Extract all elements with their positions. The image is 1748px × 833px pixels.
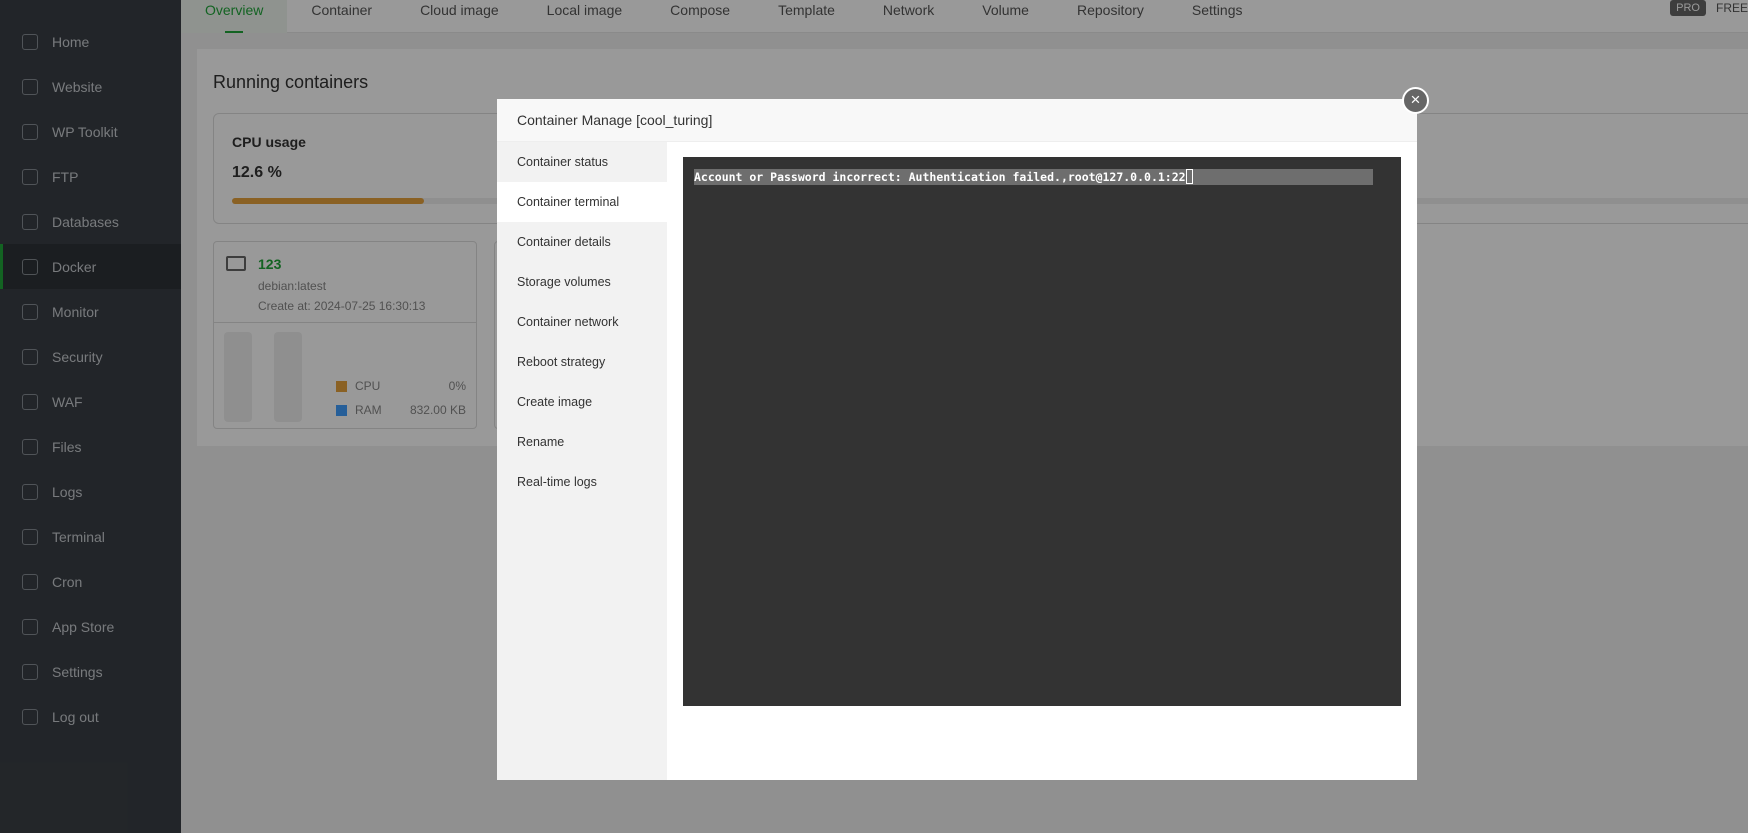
container-manage-dialog: Container Manage [cool_turing] Container… xyxy=(497,99,1417,780)
menu-item-container-status[interactable]: Container status xyxy=(497,142,667,182)
menu-item-real-time-logs[interactable]: Real-time logs xyxy=(497,462,667,502)
close-icon[interactable]: × xyxy=(1402,87,1429,114)
menu-item-storage-volumes[interactable]: Storage volumes xyxy=(497,262,667,302)
terminal-cursor xyxy=(1185,169,1193,184)
menu-item-rename[interactable]: Rename xyxy=(497,422,667,462)
terminal-output: Account or Password incorrect: Authentic… xyxy=(694,169,1373,185)
menu-item-container-terminal[interactable]: Container terminal xyxy=(497,182,667,222)
dialog-menu: Container status Container terminal Contai… xyxy=(497,142,667,780)
menu-item-container-network[interactable]: Container network xyxy=(497,302,667,342)
terminal-text: Account or Password incorrect: Authentic… xyxy=(694,170,1186,184)
terminal[interactable]: Account or Password incorrect: Authentic… xyxy=(683,157,1401,706)
menu-item-reboot-strategy[interactable]: Reboot strategy xyxy=(497,342,667,382)
dialog-title: Container Manage [cool_turing] xyxy=(497,99,1417,142)
menu-item-container-details[interactable]: Container details xyxy=(497,222,667,262)
menu-item-create-image[interactable]: Create image xyxy=(497,382,667,422)
